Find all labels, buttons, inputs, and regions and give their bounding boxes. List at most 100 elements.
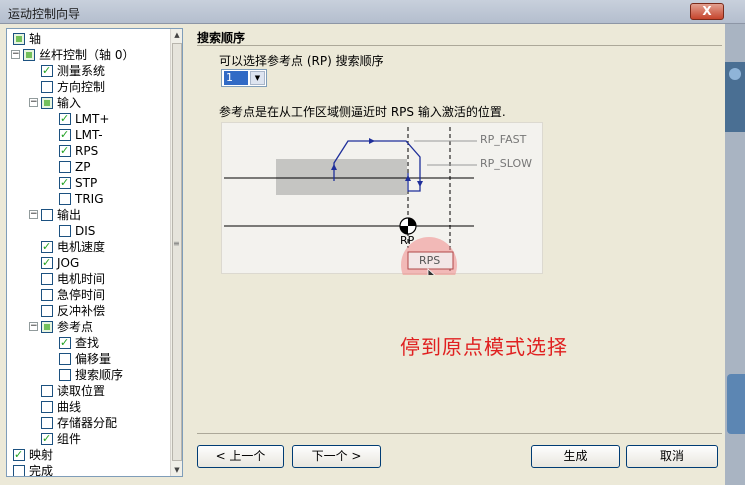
tree-item[interactable]: DIS [7, 223, 167, 239]
tree-checkbox[interactable] [59, 127, 71, 143]
tree-item[interactable]: 测量系统 [7, 63, 167, 79]
tree-checkbox[interactable] [41, 401, 53, 413]
tree-checkbox[interactable] [41, 81, 53, 93]
tree-item[interactable]: 查找 [7, 335, 167, 351]
tree-item-label: 查找 [75, 336, 100, 350]
tree-checkbox[interactable] [41, 255, 53, 271]
tree-checkbox[interactable] [41, 209, 53, 221]
generate-button[interactable]: 生成 [531, 445, 620, 468]
tree-checkbox[interactable] [41, 305, 53, 317]
tree-checkbox[interactable] [41, 417, 53, 429]
scroll-down-icon[interactable]: ▼ [171, 464, 182, 476]
tree-item[interactable]: 电机速度 [7, 239, 167, 255]
scroll-thumb[interactable] [172, 43, 182, 461]
cancel-button[interactable]: 取消 [626, 445, 718, 468]
tree-scrollbar[interactable]: ▲ ≡ ▼ [170, 29, 182, 476]
tree-item-label: 测量系统 [57, 64, 106, 78]
tree-item[interactable]: 反冲补偿 [7, 303, 167, 319]
path-arrow-down [417, 181, 423, 187]
header-divider [197, 45, 722, 46]
tree-checkbox[interactable] [59, 193, 71, 205]
tree-expander-icon[interactable]: − [29, 210, 38, 219]
tree-item[interactable]: − 输入 [7, 95, 167, 111]
window-title: 运动控制向导 [8, 7, 81, 21]
tree-checkbox[interactable] [41, 431, 53, 447]
tree-item-label: 输出 [57, 208, 82, 222]
tree-item[interactable]: 曲线 [7, 399, 167, 415]
tree-checkbox[interactable] [41, 273, 53, 285]
tree-checkbox[interactable] [59, 369, 71, 381]
tree-checkbox[interactable] [41, 385, 53, 397]
next-button[interactable]: 下一个 > [292, 445, 381, 468]
tree-checkbox[interactable] [59, 225, 71, 237]
tree-item-label: ZP [75, 160, 91, 174]
tree-item[interactable]: 组件 [7, 431, 167, 447]
section-title: 搜索顺序 [197, 31, 246, 45]
reference-point-description: 参考点是在从工作区域侧逼近时 RPS 输入激活的位置. [219, 105, 506, 119]
tree-checkbox[interactable] [23, 49, 35, 61]
tree-item[interactable]: 轴 [7, 31, 167, 47]
tree-checkbox[interactable] [59, 353, 71, 365]
tree-item[interactable]: 电机时间 [7, 271, 167, 287]
rp-label: RP [400, 234, 415, 247]
tree-item[interactable]: ZP [7, 159, 167, 175]
tree-expander-icon[interactable]: − [29, 322, 38, 331]
scroll-up-icon[interactable]: ▲ [171, 29, 182, 41]
tree-item[interactable]: LMT+ [7, 111, 167, 127]
tree-item[interactable]: − 丝杆控制（轴 0） [7, 47, 167, 63]
tree-checkbox[interactable] [59, 335, 71, 351]
tree-item-label: RPS [75, 144, 99, 158]
overlay-caption: 停到原点模式选择 [400, 335, 568, 359]
scroll-grip-icon: ≡ [173, 239, 180, 248]
tree-item-label: DIS [75, 224, 96, 238]
footer-divider [197, 433, 722, 434]
tree-checkbox[interactable] [13, 465, 25, 476]
tree-item[interactable]: 偏移量 [7, 351, 167, 367]
tree-item[interactable]: JOG [7, 255, 167, 271]
tree-item[interactable]: 完成 [7, 463, 167, 476]
tree-item[interactable]: − 输出 [7, 207, 167, 223]
tree-item[interactable]: 急停时间 [7, 287, 167, 303]
tree-item[interactable]: LMT- [7, 127, 167, 143]
window-titlebar: 运动控制向导 X [0, 0, 745, 24]
tree-checkbox[interactable] [59, 111, 71, 127]
tree-expander-icon[interactable]: − [29, 98, 38, 107]
tree-checkbox[interactable] [59, 161, 71, 173]
tree-item[interactable]: TRIG [7, 191, 167, 207]
search-order-select[interactable]: 1 ▼ [221, 69, 267, 87]
tree-item[interactable]: − 参考点 [7, 319, 167, 335]
background-app [725, 24, 745, 485]
background-app-tab [727, 374, 745, 434]
search-order-value: 1 [224, 71, 248, 85]
tree-checkbox[interactable] [41, 289, 53, 301]
chevron-down-icon[interactable]: ▼ [250, 71, 265, 85]
tree-item-label: 方向控制 [57, 80, 106, 94]
tree-checkbox[interactable] [41, 239, 53, 255]
tree-item[interactable]: STP [7, 175, 167, 191]
tree-item[interactable]: 搜索顺序 [7, 367, 167, 383]
tree-checkbox[interactable] [13, 33, 25, 45]
tree-item[interactable]: 方向控制 [7, 79, 167, 95]
prev-button[interactable]: < 上一个 [197, 445, 284, 468]
tree-checkbox[interactable] [13, 447, 25, 463]
tree-item-label: 急停时间 [57, 288, 106, 302]
tree-item[interactable]: RPS [7, 143, 167, 159]
tree-item-label: JOG [57, 256, 80, 270]
rps-label: RPS [419, 254, 441, 267]
tree-item-label: 电机时间 [57, 272, 106, 286]
close-button[interactable]: X [690, 3, 724, 20]
tree-checkbox[interactable] [41, 63, 53, 79]
tree-item[interactable]: 读取位置 [7, 383, 167, 399]
tree-item[interactable]: 存储器分配 [7, 415, 167, 431]
tree-checkbox[interactable] [41, 97, 53, 109]
tree-item-label: 映射 [29, 448, 54, 462]
wizard-tree: 轴−丝杆控制（轴 0）测量系统方向控制−输入LMT+LMT-RPS ZPSTPTR… [6, 28, 183, 477]
tree-checkbox[interactable] [59, 175, 71, 191]
tree-checkbox[interactable] [41, 321, 53, 333]
tree-checkbox[interactable] [59, 143, 71, 159]
tree-item[interactable]: 映射 [7, 447, 167, 463]
tree-expander-icon[interactable]: − [11, 50, 20, 59]
search-order-label: 可以选择参考点 (RP) 搜索顺序 [219, 54, 384, 68]
rps-active-zone [276, 159, 407, 195]
tree-item-label: 搜索顺序 [75, 368, 124, 382]
